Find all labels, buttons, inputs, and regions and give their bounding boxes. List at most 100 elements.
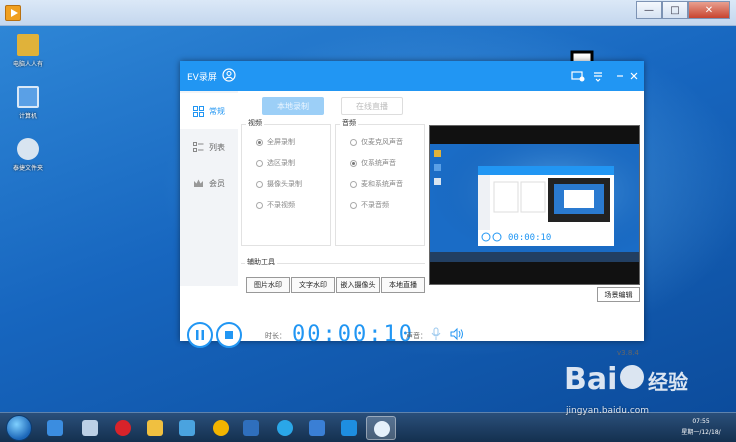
desktop-icon-user-folder[interactable]: 电脑人人有 xyxy=(6,34,50,68)
tiger-folder-icon xyxy=(17,138,39,160)
cloud-icon xyxy=(277,420,293,436)
taskbar-app-ev[interactable] xyxy=(366,416,396,440)
radio-dot xyxy=(256,180,263,188)
speaker-icon[interactable] xyxy=(450,327,464,341)
list-icon xyxy=(193,141,204,152)
sidebar-item-label: 列表 xyxy=(209,142,225,152)
taskbar-app-wps[interactable] xyxy=(172,416,202,440)
desktop-icon-label: 泰捷文件夹 xyxy=(12,165,43,172)
sidebar-item-vip[interactable]: 会员 xyxy=(180,165,238,201)
outer-window-controls: — □ ✕ xyxy=(636,1,730,19)
video-option-fullscreen[interactable]: 全屏录制 xyxy=(256,137,295,147)
sidebar-item-list[interactable]: 列表 xyxy=(180,129,238,165)
duration-label: 时长： xyxy=(265,332,286,340)
word-icon xyxy=(243,420,259,436)
radio-dot xyxy=(350,159,357,167)
video-group-title: 视频 xyxy=(246,118,264,128)
radio-label: 不录视频 xyxy=(267,201,295,209)
live-stream-button[interactable]: 在线直播 xyxy=(341,97,403,115)
video-option-region[interactable]: 选区录制 xyxy=(256,158,295,168)
stop-button[interactable] xyxy=(216,322,242,348)
taskbar-app-folder[interactable] xyxy=(140,416,170,440)
image-watermark-button[interactable]: 图片水印 xyxy=(246,277,290,293)
audio-group: 音频 仅麦克风声音 仅系统声音 麦和系统声音 不录音频 xyxy=(335,118,425,246)
taskbar-app-word[interactable] xyxy=(236,416,266,440)
desktop-icon-computer[interactable]: 计算机 xyxy=(6,86,50,120)
ev-sidebar: 常规 列表 会员 xyxy=(180,91,238,286)
radio-dot xyxy=(256,159,263,167)
outer-close-button[interactable]: ✕ xyxy=(688,1,730,19)
desktop-icon-tiger-folder[interactable]: 泰捷文件夹 xyxy=(6,138,50,172)
svg-text:经验: 经验 xyxy=(648,370,688,394)
text-watermark-button[interactable]: 文字水印 xyxy=(291,277,335,293)
audio-option-mic[interactable]: 仅麦克风声音 xyxy=(350,137,403,147)
desktop-icon-label: 计算机 xyxy=(18,113,37,120)
crown-icon xyxy=(194,179,203,187)
taskbar-app-jiang[interactable] xyxy=(108,416,138,440)
recording-timer: 00:00:10 xyxy=(292,322,414,347)
sidebar-item-general[interactable]: 常规 xyxy=(180,93,238,129)
ev-settings-panel: 本地录制 在线直播 视频 全屏录制 选区录制 摄像头录制 不录视频 音频 仅麦克… xyxy=(238,91,428,286)
wps-icon xyxy=(179,420,195,436)
video-option-camera[interactable]: 摄像头录制 xyxy=(256,179,302,189)
scene-edit-button[interactable]: 场景编辑 xyxy=(597,287,640,302)
radio-dot xyxy=(256,201,263,209)
clock-date: 星期一/12/18/ xyxy=(681,429,721,436)
outer-minimize-button[interactable]: — xyxy=(636,1,662,19)
microphone-icon[interactable] xyxy=(430,327,442,341)
preview-desktop-image: 00:00:10 xyxy=(430,144,639,262)
desktop-icon xyxy=(47,420,63,436)
outer-titlebar: — □ ✕ xyxy=(0,0,736,26)
embed-camera-button[interactable]: 嵌入摄像头 xyxy=(336,277,380,293)
sound-label: 声音： xyxy=(406,332,427,340)
computer-icon xyxy=(17,86,39,108)
settings-icon[interactable] xyxy=(570,69,586,83)
sogou-icon xyxy=(309,420,325,436)
folder-user-icon xyxy=(17,34,39,56)
taskbar-app-cloud[interactable] xyxy=(270,416,300,440)
minimize-icon xyxy=(617,75,623,77)
watermark-text: jingyan.baidu.com xyxy=(566,406,650,416)
taskbar-app-ie[interactable] xyxy=(334,416,364,440)
ie-icon xyxy=(341,420,357,436)
radio-label: 选区录制 xyxy=(267,159,295,167)
ev-titlebar: EV录屏 xyxy=(180,61,644,91)
grid-icon xyxy=(193,105,204,117)
stop-icon xyxy=(225,331,233,339)
ev-app-title: EV录屏 xyxy=(187,73,217,83)
start-button[interactable] xyxy=(6,415,32,441)
taskbar-app-qq[interactable] xyxy=(75,416,105,440)
jiang-icon xyxy=(115,420,131,436)
radio-dot xyxy=(350,201,357,209)
video-option-none[interactable]: 不录视频 xyxy=(256,200,295,210)
ev-icon xyxy=(374,421,390,437)
radio-label: 麦和系统声音 xyxy=(361,180,403,188)
audio-option-both[interactable]: 麦和系统声音 xyxy=(350,179,403,189)
audio-group-title: 音频 xyxy=(340,118,358,128)
desktop-icon-label: 电脑人人有 xyxy=(12,61,43,68)
radio-label: 仅麦克风声音 xyxy=(361,138,403,146)
ev-recorder-window: EV录屏 常规 列表 会员 本地录制 在线直播 视频 全屏录制 选区录制 摄像头… xyxy=(180,61,644,357)
audio-option-none[interactable]: 不录音频 xyxy=(350,200,389,210)
taskbar-app-desktop[interactable] xyxy=(40,416,70,440)
menu-icon[interactable] xyxy=(590,69,606,83)
sidebar-item-label: 常规 xyxy=(209,106,225,116)
folder-icon xyxy=(147,420,163,436)
local-live-button[interactable]: 本地直播 xyxy=(381,277,425,293)
svg-text:Bai: Bai xyxy=(564,362,617,397)
taskbar-app-sogou[interactable] xyxy=(302,416,332,440)
user-account-icon[interactable] xyxy=(222,68,236,82)
radio-label: 摄像头录制 xyxy=(267,180,302,188)
ev-close-button[interactable] xyxy=(626,69,642,83)
audio-option-system[interactable]: 仅系统声音 xyxy=(350,158,396,168)
sidebar-item-label: 会员 xyxy=(209,178,225,188)
local-record-button[interactable]: 本地录制 xyxy=(262,97,324,115)
radio-dot xyxy=(256,138,263,146)
taskbar-app-chrome[interactable] xyxy=(206,416,236,440)
pause-button[interactable] xyxy=(187,322,213,348)
tools-group-title: 辅助工具 xyxy=(245,257,277,267)
svg-text:00:00:10: 00:00:10 xyxy=(508,233,551,243)
video-group: 视频 全屏录制 选区录制 摄像头录制 不录视频 xyxy=(241,118,331,246)
close-icon xyxy=(630,72,638,80)
outer-maximize-button[interactable]: □ xyxy=(662,1,688,19)
